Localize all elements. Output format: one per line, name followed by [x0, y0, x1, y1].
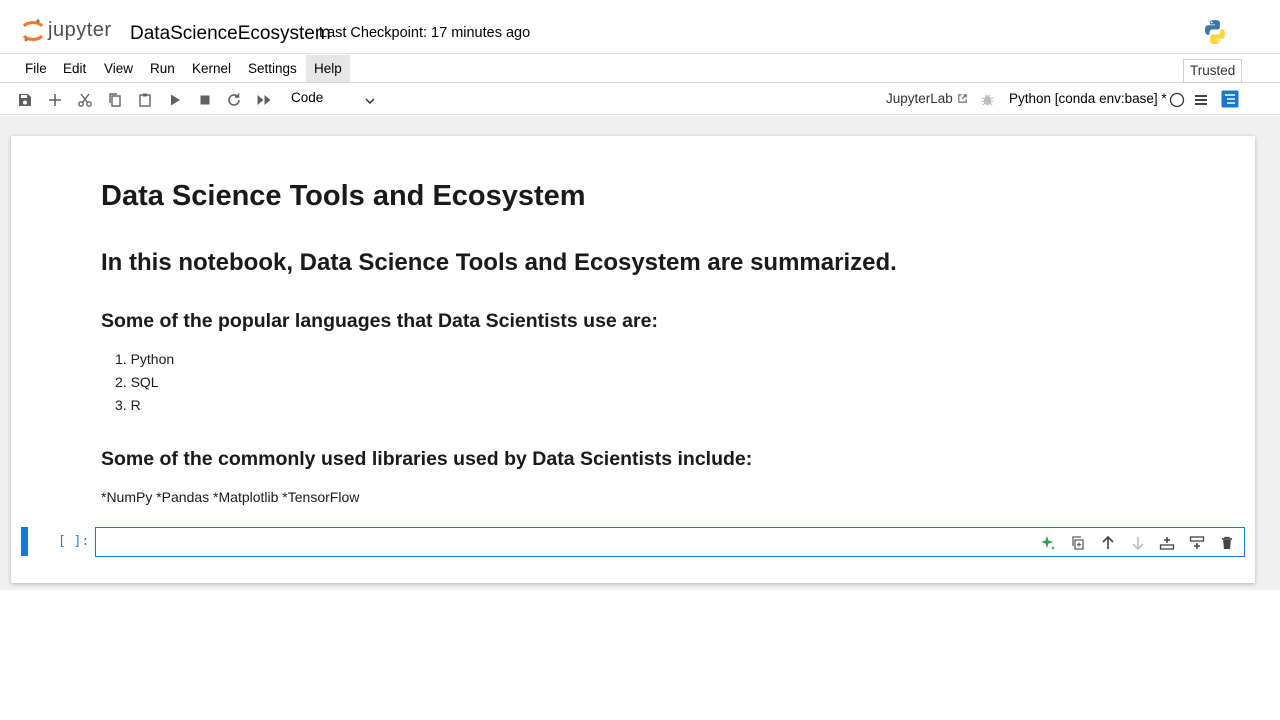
- jupyter-logo-text: jupyter: [48, 19, 112, 41]
- kernel-name[interactable]: Python [conda env:base] *: [1009, 91, 1167, 106]
- checkpoint-status: Last Checkpoint: 17 minutes ago: [319, 25, 531, 41]
- menu-bar: File Edit View Run Kernel Settings Help: [0, 55, 1280, 83]
- languages-heading: Some of the popular languages that Data …: [101, 310, 658, 332]
- menu-file[interactable]: File: [17, 55, 55, 82]
- menu-edit[interactable]: Edit: [55, 55, 94, 82]
- languages-list: 1. Python 2. SQL 3. R: [101, 348, 174, 417]
- top-header: jupyter DataScienceEcosystem Last Checkp…: [0, 0, 1280, 54]
- libraries-heading: Some of the commonly used libraries used…: [101, 448, 753, 470]
- menu-help[interactable]: Help: [306, 55, 350, 82]
- markdown-heading-2: In this notebook, Data Science Tools and…: [101, 249, 897, 276]
- kernel-status-circle-icon: [1169, 92, 1185, 108]
- menu-run[interactable]: Run: [142, 55, 183, 82]
- markdown-heading-1: Data Science Tools and Ecosystem: [101, 180, 586, 212]
- code-cell-input[interactable]: [95, 527, 1245, 557]
- menu-settings[interactable]: Settings: [240, 55, 305, 82]
- notebook-title[interactable]: DataScienceEcosystem: [130, 23, 331, 45]
- libraries-text: *NumPy *Pandas *Matplotlib *TensorFlow: [101, 489, 360, 505]
- ai-sparkle-icon[interactable]: [1039, 534, 1057, 552]
- delete-cell-icon[interactable]: [1218, 534, 1236, 552]
- list-item: 3. R: [115, 397, 141, 413]
- list-item: 2. SQL: [115, 374, 159, 390]
- insert-cell-above-icon[interactable]: [1158, 534, 1176, 552]
- move-down-icon[interactable]: [1129, 534, 1147, 552]
- active-cell-indicator: [21, 527, 28, 556]
- cut-icon[interactable]: [75, 90, 95, 110]
- debugger-bug-icon[interactable]: [980, 92, 995, 107]
- notebook-toolbar: Code JupyterLab Python [conda env:base] …: [0, 84, 1280, 115]
- menu-view[interactable]: View: [96, 55, 141, 82]
- menu-lines-icon[interactable]: [1193, 92, 1209, 108]
- menu-kernel[interactable]: Kernel: [184, 55, 239, 82]
- run-icon[interactable]: [165, 90, 185, 110]
- jupyterlab-link[interactable]: JupyterLab: [886, 91, 968, 106]
- jupyterlab-link-label: JupyterLab: [886, 91, 953, 106]
- duplicate-cell-icon[interactable]: [1069, 534, 1087, 552]
- external-link-icon: [957, 94, 967, 103]
- notebook-area: Data Science Tools and Ecosystem In this…: [0, 116, 1280, 590]
- python-logo-icon: [1205, 20, 1225, 44]
- restart-icon[interactable]: [224, 90, 244, 110]
- insert-cell-below-icon[interactable]: [1188, 534, 1206, 552]
- chevron-down-icon[interactable]: [363, 94, 377, 108]
- table-of-contents-icon[interactable]: [1221, 90, 1239, 108]
- stop-icon[interactable]: [195, 90, 215, 110]
- save-icon[interactable]: [15, 90, 35, 110]
- trusted-indicator[interactable]: Trusted: [1183, 59, 1243, 83]
- cell-prompt: [ ]:: [58, 534, 90, 549]
- list-item: 1. Python: [115, 351, 175, 367]
- add-cell-icon[interactable]: [45, 90, 65, 110]
- cell-type-select[interactable]: Code: [291, 90, 323, 105]
- run-all-icon[interactable]: [254, 90, 274, 110]
- copy-icon[interactable]: [105, 90, 125, 110]
- paste-icon[interactable]: [135, 90, 155, 110]
- move-up-icon[interactable]: [1099, 534, 1117, 552]
- notebook-panel: Data Science Tools and Ecosystem In this…: [11, 136, 1255, 583]
